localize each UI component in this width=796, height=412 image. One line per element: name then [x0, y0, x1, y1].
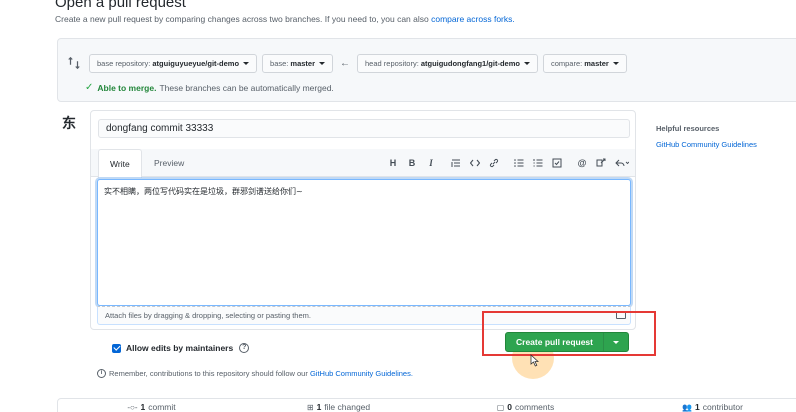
reply-icon[interactable] — [615, 158, 629, 168]
check-icon: ✓ — [85, 82, 94, 93]
quote-icon[interactable] — [451, 158, 461, 168]
page-title: Open a pull request — [55, 0, 186, 11]
ordered-list-icon[interactable] — [533, 158, 543, 168]
chevron-down-icon — [319, 61, 326, 65]
head-repo-label: head repository: — [365, 58, 419, 68]
pr-body-textarea[interactable]: 实不相瞒，两位写代码实在是垃圾，群邪剑谱送给你们~ — [97, 179, 631, 306]
heading-icon[interactable]: H — [388, 158, 398, 168]
bold-icon[interactable]: B — [407, 158, 417, 168]
summary-contributors[interactable]: 👥 1 contributor — [619, 399, 796, 412]
task-list-icon[interactable] — [552, 158, 562, 168]
comments-label: comments — [515, 402, 555, 412]
mention-icon[interactable]: @ — [577, 158, 587, 168]
base-branch-select[interactable]: base: master — [262, 53, 334, 73]
chevron-down-icon — [243, 61, 250, 65]
allow-edits-checkbox[interactable] — [112, 343, 121, 353]
reminder-guidelines-link[interactable]: GitHub Community Guidelines. — [310, 369, 413, 378]
unordered-list-icon[interactable] — [514, 158, 524, 168]
merge-status: ✓ Able to merge. These branches can be a… — [85, 82, 334, 93]
markdown-toolbar: H B I @ — [379, 149, 629, 177]
subtitle-text: Create a new pull request by comparing c… — [55, 14, 429, 24]
files-count: 1 — [316, 402, 322, 412]
community-guidelines-link[interactable]: GitHub Community Guidelines — [656, 140, 757, 149]
contributors-label: contributor — [702, 402, 743, 412]
arrow-left-icon: ← — [340, 57, 351, 69]
summary-files[interactable]: ⊞ 1 file changed — [245, 399, 432, 412]
compare-branch-value: master — [584, 58, 609, 68]
info-icon: i — [97, 369, 106, 378]
base-branch-label: base: — [270, 58, 289, 68]
tab-write[interactable]: Write — [98, 149, 142, 178]
annotation-highlight-box — [482, 311, 656, 356]
italic-icon[interactable]: I — [426, 158, 436, 168]
base-repo-value: atguiguyueyue/git-demo — [152, 58, 240, 68]
file-diff-icon: ⊞ — [306, 402, 314, 412]
people-icon: 👥 — [682, 402, 693, 412]
head-repo-value: atguigudongfang1/git-demo — [420, 58, 520, 68]
merge-ok-text: Able to merge. — [97, 82, 157, 93]
base-repository-select[interactable]: base repository: atguiguyueyue/git-demo — [89, 53, 258, 73]
allow-edits-option[interactable]: Allow edits by maintainers ? — [112, 343, 250, 353]
base-branch-value: master — [290, 58, 316, 68]
pr-title-input[interactable] — [98, 119, 630, 138]
page-subtitle: Create a new pull request by comparing c… — [55, 14, 515, 24]
summary-commits[interactable]: -○- 1 commit — [58, 399, 245, 412]
reminder-text: Remember, contributions to this reposito… — [109, 369, 308, 378]
compare-branch-label: compare: — [550, 58, 583, 68]
link-icon[interactable] — [489, 158, 499, 168]
code-icon[interactable] — [470, 158, 480, 168]
allow-edits-label: Allow edits by maintainers — [126, 343, 234, 353]
question-icon[interactable]: ? — [239, 343, 250, 353]
comments-count: 0 — [507, 402, 513, 412]
comment-icon: ▢ — [496, 402, 505, 412]
cross-reference-icon[interactable] — [596, 158, 606, 168]
editor-tabs: Write Preview H B I @ — [91, 149, 635, 178]
contributors-count: 1 — [695, 402, 700, 412]
compare-forks-link[interactable]: compare across forks. — [431, 14, 515, 24]
tab-preview[interactable]: Preview — [143, 149, 195, 177]
commits-label: commit — [148, 402, 176, 412]
files-label: file changed — [324, 402, 371, 412]
compare-branch-select[interactable]: compare: master — [542, 53, 627, 73]
avatar[interactable]: 东 — [62, 115, 80, 133]
chevron-down-icon — [523, 61, 530, 65]
base-repo-label: base repository: — [97, 58, 151, 68]
contribution-reminder: i Remember, contributions to this reposi… — [97, 369, 413, 378]
range-row: base repository: atguiguyueyue/git-demo … — [67, 53, 632, 73]
attach-files-text: Attach files by dragging & dropping, sel… — [105, 311, 311, 320]
chevron-down-icon — [612, 61, 619, 65]
helpful-resources-heading: Helpful resources — [656, 124, 720, 133]
commits-count: 1 — [140, 402, 146, 412]
mouse-pointer-icon — [530, 354, 540, 367]
pr-summary-bar: -○- 1 commit ⊞ 1 file changed ▢ 0 commen… — [57, 398, 796, 412]
branch-range-editor: base repository: atguiguyueyue/git-demo … — [57, 38, 796, 102]
pull-request-composer: Write Preview H B I @ 实不相瞒，两位写代码实在是垃圾，群邪… — [90, 110, 636, 330]
head-repository-select[interactable]: head repository: atguigudongfang1/git-de… — [357, 53, 538, 73]
git-compare-icon — [68, 56, 80, 70]
merge-description: These branches can be automatically merg… — [159, 82, 334, 93]
summary-comments[interactable]: ▢ 0 comments — [432, 399, 619, 412]
commit-icon: -○- — [127, 402, 138, 412]
